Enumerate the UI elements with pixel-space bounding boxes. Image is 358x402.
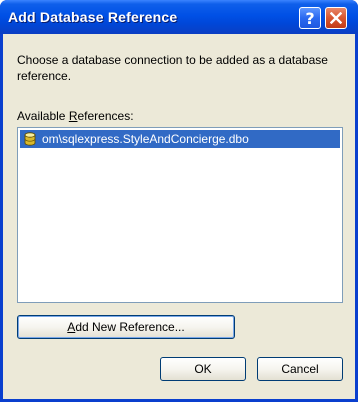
cancel-button[interactable]: Cancel <box>257 357 343 381</box>
available-references-label: Available References: <box>17 109 134 123</box>
list-item[interactable]: om\sqlexpress.StyleAndConcierge.dbo <box>20 130 340 148</box>
help-icon: ? <box>305 8 315 28</box>
references-listbox[interactable]: om\sqlexpress.StyleAndConcierge.dbo <box>17 127 343 303</box>
help-button[interactable]: ? <box>299 7 321 29</box>
dialog-window: Add Database Reference ? Choose a databa… <box>0 0 358 402</box>
title-bar[interactable]: Add Database Reference ? <box>0 0 358 34</box>
reference-label: om\sqlexpress.StyleAndConcierge.dbo <box>42 132 249 146</box>
database-icon <box>24 132 36 146</box>
add-new-reference-button[interactable]: Add New Reference... <box>17 315 235 339</box>
close-button[interactable] <box>325 7 347 29</box>
close-icon <box>330 12 342 24</box>
window-title: Add Database Reference <box>8 9 178 25</box>
ok-button[interactable]: OK <box>160 357 246 381</box>
dialog-body: Choose a database connection to be added… <box>3 34 355 399</box>
description-text: Choose a database connection to be added… <box>17 53 328 83</box>
